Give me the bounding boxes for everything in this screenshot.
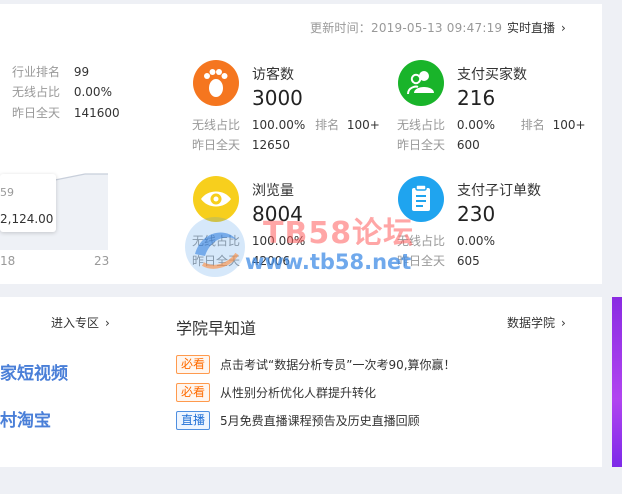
news-item[interactable]: 必看 从性别分析优化人群提升转化 <box>176 382 376 402</box>
promo-banner-edge[interactable] <box>612 297 622 467</box>
industry-rank: 行业排名 99 <box>12 63 89 80</box>
pageviews-wireless-label: 无线占比 <box>192 234 241 248</box>
news-title[interactable]: 5月免费直播课程预告及历史直播回顾 <box>220 412 420 429</box>
footprint-icon <box>193 60 239 106</box>
news-item[interactable]: 必看 点击考试“数据分析专员”一次考90,算你赢！ <box>176 354 456 374</box>
buyers-wireless-label: 无线占比 <box>397 118 446 132</box>
watermark-title: TB58论坛 <box>263 216 415 251</box>
wireless-ratio: 无线占比 0.00% <box>12 83 112 100</box>
tooltip-value: 2,124.00 <box>0 212 54 226</box>
buyers-rank-value: 100+ <box>552 118 586 132</box>
suborders-wireless-value: 0.00% <box>456 234 495 248</box>
industry-rank-value: 99 <box>73 65 90 79</box>
chevron-right-icon: › <box>561 21 566 35</box>
must-read-tag: 必看 <box>176 382 211 402</box>
yesterday-total-label: 昨日全天 <box>12 106 61 120</box>
tooltip-label: 59 <box>0 186 14 199</box>
buyers-value: 216 <box>457 86 496 110</box>
suborders-yesterday-value: 605 <box>456 254 480 268</box>
buyers-wireless-value: 0.00% <box>456 118 495 132</box>
users-icon <box>398 60 444 106</box>
wireless-ratio-label: 无线占比 <box>12 85 61 99</box>
buyers-wireless: 无线占比 0.00% 排名 100+ <box>397 116 586 133</box>
live-tag: 直播 <box>176 410 211 430</box>
visitors-title: 访客数 <box>252 67 294 83</box>
x-tick-label: 23 <box>94 254 110 268</box>
yesterday-total: 昨日全天 141600 <box>12 104 120 121</box>
live-link-label: 实时直播 <box>507 21 556 35</box>
watermark-url: www.tb58.net <box>245 250 412 274</box>
news-title[interactable]: 点击考试“数据分析专员”一次考90,算你赢！ <box>220 356 456 373</box>
pageviews-yesterday-label: 昨日全天 <box>192 254 241 268</box>
x-tick-label: 18 <box>0 254 16 268</box>
live-link[interactable]: 实时直播 › <box>507 19 566 36</box>
buyers-title: 支付买家数 <box>457 67 527 83</box>
news-title[interactable]: 从性别分析优化人群提升转化 <box>220 384 376 401</box>
short-video-link[interactable]: 家短视频 <box>0 359 68 384</box>
visitors-wireless-label: 无线占比 <box>192 118 241 132</box>
eye-icon <box>193 176 239 222</box>
buyers-yesterday: 昨日全天 600 <box>397 136 480 153</box>
must-read-tag: 必看 <box>176 354 211 374</box>
academy-title: 学院早知道 <box>176 319 257 338</box>
visitors-yesterday-label: 昨日全天 <box>192 138 241 152</box>
yesterday-total-value: 141600 <box>73 106 120 120</box>
wireless-ratio-value: 0.00% <box>73 85 112 99</box>
visitors-rank-value: 100+ <box>346 118 380 132</box>
enter-zone-link[interactable]: 进入专区 › <box>51 314 110 331</box>
buyers-yesterday-value: 600 <box>456 138 480 152</box>
rural-taobao-link[interactable]: 村淘宝 <box>0 406 51 431</box>
news-item[interactable]: 直播 5月免费直播课程预告及历史直播回顾 <box>176 410 420 430</box>
updated-time: 更新时间：2019-05-13 09:47:19 <box>310 21 503 35</box>
chevron-right-icon: › <box>561 316 566 330</box>
visitors-value: 3000 <box>252 86 303 110</box>
data-academy-label: 数据学院 <box>507 316 556 330</box>
suborders-title: 支付子订单数 <box>457 183 541 199</box>
industry-rank-label: 行业排名 <box>12 65 61 79</box>
visitors-wireless-value: 100.00% <box>251 118 306 132</box>
visitors-rank-label: 排名 <box>315 118 340 132</box>
enter-zone-label: 进入专区 <box>51 316 100 330</box>
visitors-wireless: 无线占比 100.00% 排名 100+ <box>192 116 380 133</box>
data-academy-link[interactable]: 数据学院 › <box>507 314 566 331</box>
visitors-yesterday-value: 12650 <box>251 138 291 152</box>
suborders-value: 230 <box>457 202 496 226</box>
visitors-yesterday: 昨日全天 12650 <box>192 136 290 153</box>
buyers-yesterday-label: 昨日全天 <box>397 138 446 152</box>
chevron-right-icon: › <box>105 316 110 330</box>
pageviews-title: 浏览量 <box>252 183 294 199</box>
buyers-rank-label: 排名 <box>520 118 545 132</box>
